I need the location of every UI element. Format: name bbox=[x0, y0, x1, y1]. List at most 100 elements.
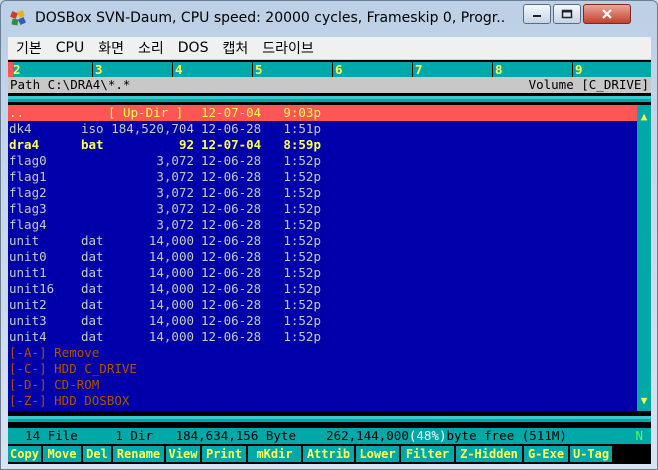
file-name: flag4 bbox=[9, 217, 47, 232]
fkey-del[interactable]: Del bbox=[83, 446, 111, 462]
maximize-button[interactable] bbox=[553, 4, 581, 24]
title-bar[interactable]: DOSBox SVN-Daum, CPU speed: 20000 cycles… bbox=[1, 1, 657, 35]
current-path: Path C:\DRA4\*.* bbox=[10, 77, 131, 92]
minimize-button[interactable] bbox=[523, 4, 551, 24]
status-free-percent: (48%) bbox=[408, 428, 447, 443]
file-name: flag3 bbox=[9, 201, 47, 216]
drive-entry[interactable]: [-C-] HDD C_DRIVE bbox=[8, 361, 637, 377]
drive-label: [-Z-] HDD DOSBOX bbox=[9, 393, 130, 408]
status-free-text: byte free (511M) bbox=[446, 428, 567, 443]
menu-basic[interactable]: 기본 bbox=[8, 38, 48, 58]
file-row[interactable]: flag2 3,072 12-06-28 1:52p bbox=[8, 185, 637, 201]
file-row[interactable]: unit dat 14,000 12-06-28 1:52p bbox=[8, 233, 637, 249]
file-row[interactable]: unit3 dat 14,000 12-06-28 1:52p bbox=[8, 313, 637, 329]
file-row[interactable]: flag0 3,072 12-06-28 1:52p bbox=[8, 153, 637, 169]
drive-label: [-C-] HDD C_DRIVE bbox=[9, 361, 137, 376]
file-row[interactable]: unit0 dat 14,000 12-06-28 1:52p bbox=[8, 249, 637, 265]
file-name: .. bbox=[9, 105, 25, 120]
file-size: 3,072 bbox=[156, 201, 194, 216]
fkey-utag[interactable]: U-Tag bbox=[570, 446, 612, 462]
drive-tab-6[interactable]: 6 bbox=[332, 62, 412, 77]
file-name: flag0 bbox=[9, 153, 47, 168]
drive-entry[interactable]: [-A-] Remove bbox=[8, 345, 637, 361]
function-key-bar: Copy Move Del Rename View Print mKdir Attrib Low… bbox=[8, 446, 651, 462]
fkey-zhidden[interactable]: Z-Hidden bbox=[456, 446, 522, 462]
drive-entry[interactable]: [-D-] CD-ROM bbox=[8, 377, 637, 393]
file-name: unit4 bbox=[9, 329, 47, 344]
drive-tab-3[interactable]: 3 bbox=[92, 62, 172, 77]
file-row[interactable]: dk4 iso 184,520,704 12-06-28 1:51p bbox=[8, 121, 637, 137]
file-time: 1:52p bbox=[283, 185, 321, 200]
fkey-view[interactable]: View bbox=[166, 446, 200, 462]
file-row[interactable]: flag4 3,072 12-06-28 1:52p bbox=[8, 217, 637, 233]
file-time: 1:52p bbox=[283, 153, 321, 168]
menu-drive[interactable]: 드라이브 bbox=[254, 38, 320, 58]
window-title: DOSBox SVN-Daum, CPU speed: 20000 cycles… bbox=[35, 10, 505, 26]
dosbox-window: DOSBox SVN-Daum, CPU speed: 20000 cycles… bbox=[0, 0, 658, 470]
file-time: 8:59p bbox=[283, 137, 321, 152]
file-time: 1:52p bbox=[283, 281, 321, 296]
dos-screen[interactable]: 2 3 4 5 6 7 8 9 Path C:\DRA4\*.* Volume … bbox=[8, 60, 651, 464]
drive-tab-7[interactable]: 7 bbox=[412, 62, 492, 77]
file-date: 12-06-28 bbox=[201, 201, 262, 216]
file-row[interactable]: flag3 3,072 12-06-28 1:52p bbox=[8, 201, 637, 217]
file-size: 14,000 bbox=[148, 329, 194, 344]
fkey-filter[interactable]: Filter bbox=[401, 446, 454, 462]
file-name: unit1 bbox=[9, 265, 47, 280]
status-indicator: N bbox=[635, 428, 643, 443]
dosbox-icon bbox=[10, 10, 26, 26]
fkey-attrib[interactable]: Attrib bbox=[303, 446, 354, 462]
fkey-copy[interactable]: Copy bbox=[8, 446, 41, 462]
fkey-move[interactable]: Move bbox=[43, 446, 81, 462]
scrollbar[interactable]: ▲ ▼ bbox=[637, 105, 651, 411]
file-name: unit16 bbox=[9, 281, 55, 296]
close-button[interactable] bbox=[583, 4, 631, 24]
file-size: [ Up-Dir ] bbox=[108, 105, 184, 120]
fkey-gexe[interactable]: G-Exe bbox=[524, 446, 568, 462]
status-counts: 14 File 1 Dir 184,634,156 Byte 262,144,0… bbox=[10, 428, 409, 443]
menu-sound[interactable]: 소리 bbox=[130, 38, 170, 58]
scroll-down-icon[interactable]: ▼ bbox=[637, 395, 651, 407]
file-row-updir[interactable]: .. [ Up-Dir ] 12-07-04 9:03p bbox=[8, 105, 637, 121]
file-date: 12-06-28 bbox=[201, 313, 262, 328]
file-size: 3,072 bbox=[156, 217, 194, 232]
file-time: 1:52p bbox=[283, 297, 321, 312]
fkey-lower[interactable]: Lower bbox=[356, 446, 399, 462]
menu-capture[interactable]: 캡처 bbox=[214, 38, 254, 58]
file-name: dra4 bbox=[9, 137, 40, 152]
drive-label: [-A-] Remove bbox=[9, 345, 100, 360]
maximize-icon bbox=[561, 9, 573, 19]
menu-dos[interactable]: DOS bbox=[170, 40, 215, 56]
file-date: 12-06-28 bbox=[201, 329, 262, 344]
volume-label: Volume [C_DRIVE] bbox=[528, 77, 649, 92]
file-row[interactable]: unit2 dat 14,000 12-06-28 1:52p bbox=[8, 297, 637, 313]
fkey-rename[interactable]: Rename bbox=[113, 446, 164, 462]
minimize-icon bbox=[533, 15, 541, 17]
drive-tab-8[interactable]: 8 bbox=[492, 62, 572, 77]
drive-tab-5[interactable]: 5 bbox=[252, 62, 332, 77]
file-size: 14,000 bbox=[148, 313, 194, 328]
file-list[interactable]: ..[ Up-Dir ] 12-07-04 9:03p dk4 iso 184,520,7… bbox=[8, 105, 651, 411]
file-row[interactable]: unit1 dat 14,000 12-06-28 1:52p bbox=[8, 265, 637, 281]
file-date: 12-06-28 bbox=[201, 281, 262, 296]
fkey-mkdir[interactable]: mKdir bbox=[248, 446, 301, 462]
divider bbox=[8, 419, 651, 422]
file-row[interactable]: flag1 3,072 12-06-28 1:52p bbox=[8, 169, 637, 185]
file-name: unit0 bbox=[9, 249, 47, 264]
scroll-up-icon[interactable]: ▲ bbox=[637, 111, 651, 123]
file-date: 12-06-28 bbox=[201, 169, 262, 184]
file-time: 1:52p bbox=[283, 201, 321, 216]
drive-entry[interactable]: [-Z-] HDD DOSBOX bbox=[8, 393, 637, 409]
fkey-print[interactable]: Print bbox=[202, 446, 246, 462]
drive-tab-4[interactable]: 4 bbox=[172, 62, 252, 77]
file-size: 184,520,704 bbox=[111, 121, 194, 136]
file-row[interactable]: unit4 dat 14,000 12-06-28 1:52p bbox=[8, 329, 637, 345]
drive-tab-9[interactable]: 9 bbox=[572, 62, 651, 77]
menu-display[interactable]: 화면 bbox=[90, 38, 130, 58]
file-row[interactable]: unit16 dat 14,000 12-06-28 1:52p bbox=[8, 281, 637, 297]
file-date: 12-07-04 bbox=[201, 105, 262, 120]
divider bbox=[8, 99, 651, 102]
menu-cpu[interactable]: CPU bbox=[48, 40, 90, 56]
drive-tab-2[interactable]: 2 bbox=[8, 62, 88, 77]
file-row[interactable]: dra4 bat 92 12-07-04 8:59p bbox=[8, 137, 637, 153]
